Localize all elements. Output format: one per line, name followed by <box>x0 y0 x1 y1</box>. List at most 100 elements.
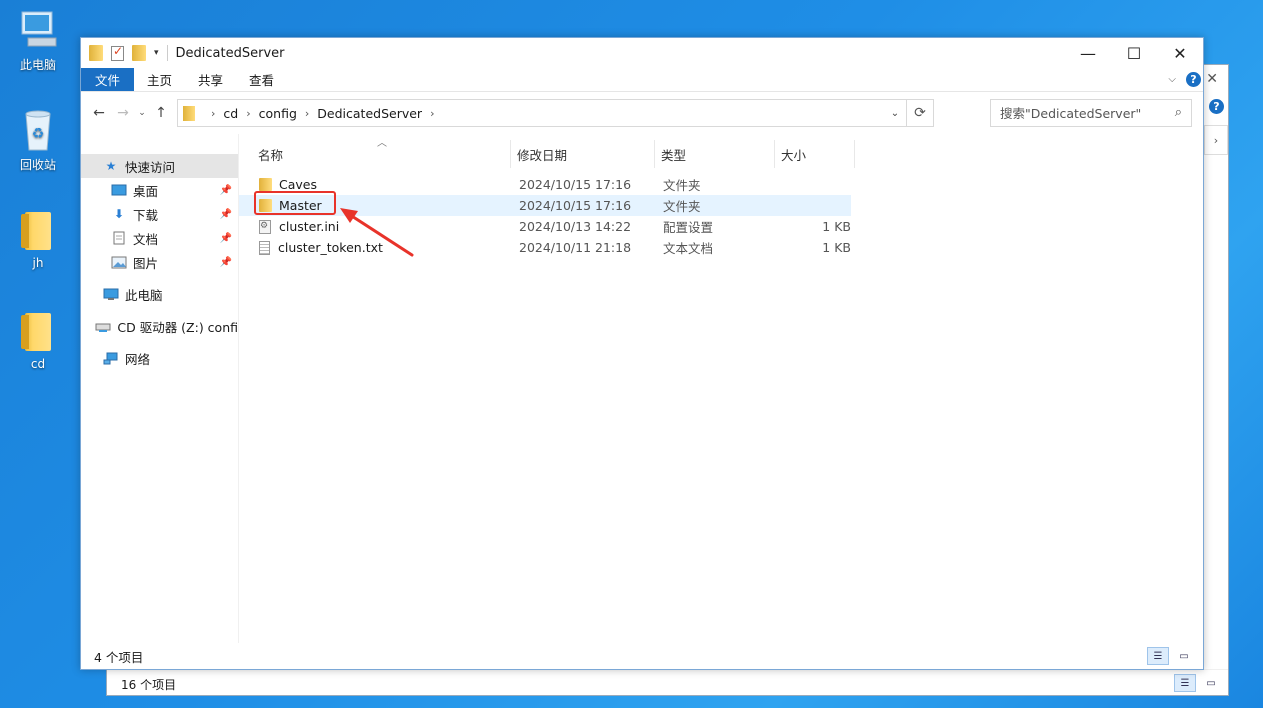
back-button[interactable]: ← <box>87 105 111 121</box>
file-date: 2024/10/11 21:18 <box>519 240 632 255</box>
close-icon[interactable]: ✕ <box>1206 71 1218 87</box>
desktop-icon-jh[interactable]: jh <box>0 212 76 270</box>
tab-file[interactable]: 文件 <box>81 68 135 91</box>
desktop-icon <box>111 183 127 197</box>
details-view-button[interactable]: ☰ <box>1147 647 1169 665</box>
column-header-name[interactable]: 名称 <box>239 140 511 168</box>
desktop-icon-this-pc[interactable]: 此电脑 <box>0 8 76 73</box>
file-size: 1 KB <box>822 219 851 234</box>
column-headers: ︿ 名称 修改日期 类型 大小 <box>239 134 1203 168</box>
breadcrumb-config[interactable]: config <box>259 106 297 121</box>
properties-icon[interactable] <box>111 44 124 61</box>
address-row: ← → ⌄ ↑ › cd › config › DedicatedServer … <box>81 92 1203 134</box>
text-file-icon <box>259 240 270 255</box>
up-button[interactable]: ↑ <box>149 105 173 121</box>
maximize-button[interactable]: ☐ <box>1111 38 1157 68</box>
search-input[interactable] <box>1000 105 1160 121</box>
file-type: 配置设置 <box>663 220 714 235</box>
column-header-modified[interactable]: 修改日期 <box>511 140 655 168</box>
sidebar-item-label: 桌面 <box>133 183 159 199</box>
search-box[interactable]: ⌕ <box>990 99 1192 127</box>
recent-locations-button[interactable]: ⌄ <box>135 108 149 118</box>
navigation-pane: ★ 快速访问 桌面 📌 ⬇ 下载 📌 文档 📌 图片 📌 此电脑 CD 驱动器 … <box>81 134 239 643</box>
column-header-size[interactable]: 大小 <box>775 140 855 168</box>
column-header-type[interactable]: 类型 <box>655 140 775 168</box>
file-type: 文件夹 <box>663 199 701 214</box>
search-icon[interactable]: ⌕ <box>1175 105 1182 120</box>
sort-ascending-icon: ︿ <box>377 138 387 149</box>
folder-icon <box>21 212 51 250</box>
chevron-right-icon[interactable]: › <box>246 107 250 120</box>
large-icons-view-button[interactable]: ▭ <box>1200 674 1222 692</box>
folder-icon <box>89 45 103 61</box>
folder-icon <box>21 313 51 351</box>
annotation-arrow <box>340 208 414 257</box>
desktop-icon-label: jh <box>32 256 44 270</box>
computer-icon <box>21 11 57 47</box>
pin-icon[interactable]: 📌 <box>220 209 232 220</box>
sidebar-item-label: 下载 <box>133 207 159 223</box>
details-view-button[interactable]: ☰ <box>1174 674 1196 692</box>
chevron-down-icon[interactable]: ⌄ <box>885 100 905 126</box>
chevron-down-icon[interactable]: ▾ <box>154 48 159 58</box>
sidebar-item-label: 图片 <box>133 255 159 271</box>
item-count: 16 个项目 <box>121 678 177 692</box>
computer-icon <box>103 287 119 301</box>
refresh-button[interactable]: ⟳ <box>906 100 933 126</box>
chevron-right-icon[interactable]: › <box>305 107 309 120</box>
separator <box>166 45 168 61</box>
content-area: ★ 快速访问 桌面 📌 ⬇ 下载 📌 文档 📌 图片 📌 此电脑 CD 驱动器 … <box>81 134 1203 643</box>
pin-icon[interactable]: 📌 <box>220 233 232 244</box>
ribbon-tabs: 文件 主页 共享 查看 ⌵ ? <box>81 68 1203 92</box>
new-folder-icon[interactable] <box>132 45 146 61</box>
sidebar-item-pictures[interactable]: 图片 📌 <box>81 250 238 274</box>
large-icons-view-button[interactable]: ▭ <box>1173 647 1195 665</box>
sidebar-item-label: 文档 <box>133 231 159 247</box>
explorer-window: ▾ DedicatedServer — ☐ ✕ 文件 主页 共享 查看 ⌵ ? … <box>80 37 1204 670</box>
close-button[interactable]: ✕ <box>1157 38 1203 68</box>
file-type: 文件夹 <box>663 178 701 193</box>
chevron-right-icon[interactable]: › <box>1204 125 1228 155</box>
forward-button[interactable]: → <box>111 105 135 121</box>
sidebar-item-documents[interactable]: 文档 📌 <box>81 226 238 250</box>
sidebar-item-downloads[interactable]: ⬇ 下载 📌 <box>81 202 238 226</box>
pin-icon[interactable]: 📌 <box>220 257 232 268</box>
ini-file-icon <box>259 219 271 234</box>
sidebar-item-label: CD 驱动器 (Z:) confi <box>117 319 238 335</box>
tab-share[interactable]: 共享 <box>185 68 236 91</box>
sidebar-item-quick-access[interactable]: ★ 快速访问 <box>81 154 238 178</box>
sidebar-item-label: 快速访问 <box>125 159 176 175</box>
expand-ribbon-icon[interactable]: ⌵ <box>1168 74 1176 85</box>
status-bar-back: 16 个项目 <box>107 669 1228 695</box>
sidebar-item-cd-drive[interactable]: CD 驱动器 (Z:) confi <box>81 314 238 338</box>
file-date: 2024/10/15 17:16 <box>519 177 632 192</box>
pin-icon[interactable]: 📌 <box>220 185 232 196</box>
desktop-icon-cd[interactable]: cd <box>0 313 76 371</box>
sidebar-item-network[interactable]: 网络 <box>81 346 238 370</box>
address-bar[interactable]: › cd › config › DedicatedServer › ⌄ ⟳ <box>177 99 934 127</box>
folder-icon <box>183 105 195 121</box>
breadcrumb-cd[interactable]: cd <box>223 106 238 121</box>
desktop-icon-label: 此电脑 <box>19 58 56 72</box>
annotation-highlight-box <box>254 191 336 215</box>
breadcrumb-dedicatedserver[interactable]: DedicatedServer <box>317 106 422 121</box>
sidebar-item-this-pc[interactable]: 此电脑 <box>81 282 238 306</box>
file-row-caves[interactable]: Caves 2024/10/15 17:16 文件夹 <box>239 174 1203 195</box>
tab-view[interactable]: 查看 <box>236 68 287 91</box>
sidebar-item-label: 网络 <box>125 351 151 367</box>
help-icon[interactable]: ? <box>1209 99 1224 114</box>
network-icon <box>103 351 119 365</box>
sidebar-item-desktop[interactable]: 桌面 📌 <box>81 178 238 202</box>
title-bar: ▾ DedicatedServer — ☐ ✕ <box>81 38 1203 68</box>
sidebar-item-label: 此电脑 <box>125 287 163 303</box>
help-icon[interactable]: ? <box>1186 72 1201 87</box>
minimize-button[interactable]: — <box>1065 38 1111 68</box>
chevron-right-icon[interactable]: › <box>211 107 215 120</box>
network-drive-icon <box>95 319 111 333</box>
chevron-right-icon[interactable]: › <box>430 107 434 120</box>
svg-text:♻: ♻ <box>32 126 45 142</box>
tab-home[interactable]: 主页 <box>134 68 185 91</box>
desktop-icon-recycle-bin[interactable]: ♻ 回收站 <box>0 106 76 173</box>
recycle-bin-icon: ♻ <box>25 110 51 151</box>
folder-icon <box>259 178 272 191</box>
